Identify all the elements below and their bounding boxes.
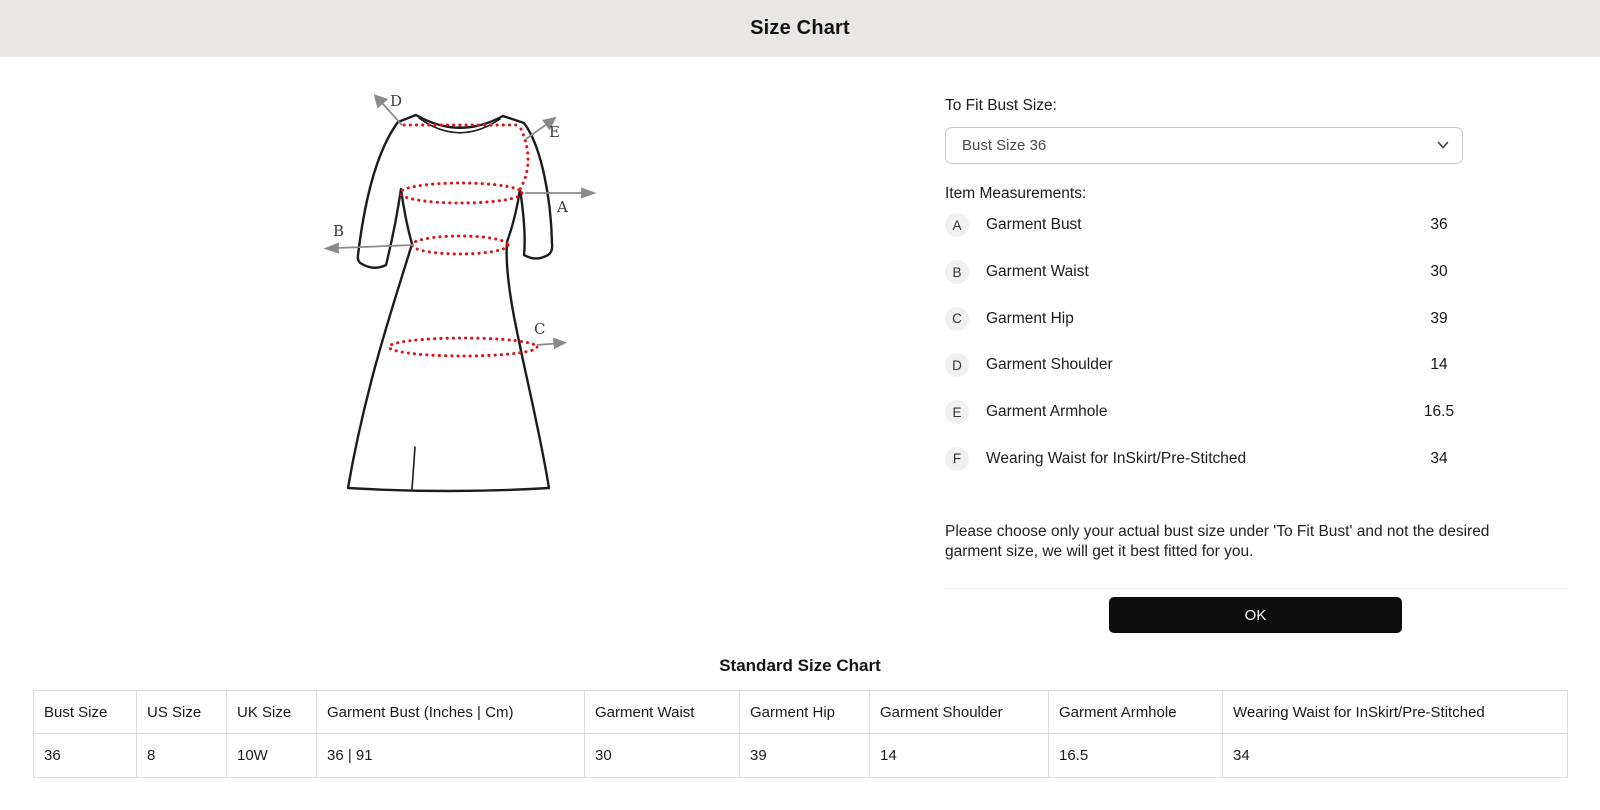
size-chart-column-header: US Size — [137, 691, 227, 734]
size-chart-cell: 39 — [740, 734, 870, 778]
ok-button[interactable]: OK — [1109, 597, 1402, 633]
size-chart-cell: 30 — [585, 734, 740, 778]
measurement-letter-badge: E — [945, 400, 969, 424]
to-fit-bust-label: To Fit Bust Size: — [945, 97, 1057, 115]
arrow-b — [326, 244, 338, 253]
size-chart-cell: 36 — [34, 734, 137, 778]
waist-dotted-ellipse — [412, 236, 508, 254]
measurement-value: 36 — [1415, 216, 1463, 234]
measurement-letter-badge: D — [945, 353, 969, 377]
measurement-label: Garment Hip — [986, 310, 1074, 328]
bust-size-select[interactable]: Bust Size 36 — [945, 127, 1463, 164]
measurement-row: B Garment Waist 30 — [945, 249, 1463, 296]
measurement-label: Garment Waist — [986, 263, 1089, 281]
bust-size-select-wrap: Bust Size 36 — [945, 127, 1463, 164]
diagram-label-a: A — [556, 198, 568, 216]
measurement-letter-badge: F — [945, 447, 969, 471]
size-chart-column-header: Garment Hip — [740, 691, 870, 734]
measurements-list: A Garment Bust 36 B Garment Waist 30 C Garment … — [945, 202, 1463, 482]
size-chart-cell: 34 — [1223, 734, 1568, 778]
measurement-label: Garment Shoulder — [986, 356, 1113, 374]
measurement-value: 16.5 — [1415, 403, 1463, 421]
size-chart-column-header: Wearing Waist for InSkirt/Pre-Stitched — [1223, 691, 1568, 734]
measurement-row: F Wearing Waist for InSkirt/Pre-Stitched 3… — [945, 435, 1463, 482]
size-chart-cell: 14 — [870, 734, 1049, 778]
size-chart-cell: 16.5 — [1049, 734, 1223, 778]
size-chart-cell: 10W — [227, 734, 317, 778]
table-header-row: Bust SizeUS SizeUK SizeGarment Bust (Inc… — [34, 691, 1568, 734]
measurement-value: 39 — [1415, 310, 1463, 328]
size-chart-column-header: Garment Shoulder — [870, 691, 1049, 734]
diagram-label-e: E — [549, 123, 560, 141]
fit-note-text: Please choose only your actual bust size… — [945, 522, 1525, 561]
diagram-label-c: C — [534, 320, 545, 338]
standard-size-chart-title: Standard Size Chart — [0, 656, 1600, 676]
measurement-row: D Garment Shoulder 14 — [945, 342, 1463, 389]
size-chart-column-header: Garment Armhole — [1049, 691, 1223, 734]
size-chart-column-header: UK Size — [227, 691, 317, 734]
bust-dotted-ellipse — [400, 183, 522, 203]
measurement-value: 14 — [1415, 356, 1463, 374]
garment-measurement-diagram: A B C D E — [320, 85, 610, 495]
dress-outline — [348, 115, 552, 491]
measurement-letter-badge: B — [945, 260, 969, 284]
measurement-row: A Garment Bust 36 — [945, 202, 1463, 249]
measurement-label: Garment Armhole — [986, 403, 1107, 421]
size-chart-column-header: Garment Bust (Inches | Cm) — [317, 691, 585, 734]
measurement-row: C Garment Hip 39 — [945, 295, 1463, 342]
measurement-letter-badge: C — [945, 307, 969, 331]
page-title: Size Chart — [750, 17, 850, 40]
diagram-label-b: B — [333, 222, 344, 240]
size-chart-column-header: Garment Waist — [585, 691, 740, 734]
measurement-label: Garment Bust — [986, 216, 1082, 234]
skirt-slit-line — [412, 447, 415, 489]
diagram-label-d: D — [390, 92, 402, 110]
item-measurements-label: Item Measurements: — [945, 185, 1086, 203]
size-chart-cell: 8 — [137, 734, 227, 778]
arrow-c — [554, 339, 565, 348]
size-chart-column-header: Bust Size — [34, 691, 137, 734]
size-selection-panel: To Fit Bust Size: Bust Size 36 Item Meas… — [945, 0, 1567, 655]
table-row: 36810W36 | 9130391416.534 — [34, 734, 1568, 778]
measurement-value: 30 — [1415, 263, 1463, 281]
arrow-a — [582, 189, 594, 198]
measurement-row: E Garment Armhole 16.5 — [945, 389, 1463, 436]
measurement-letter-badge: A — [945, 213, 969, 237]
panel-divider — [945, 588, 1567, 589]
measurement-label: Wearing Waist for InSkirt/Pre-Stitched — [986, 450, 1246, 468]
standard-size-chart-table: Bust SizeUS SizeUK SizeGarment Bust (Inc… — [33, 690, 1568, 778]
size-chart-modal: Size Chart A B C D E — [0, 0, 1600, 810]
hip-dotted-ellipse — [389, 338, 537, 356]
size-chart-cell: 36 | 91 — [317, 734, 585, 778]
measurement-value: 34 — [1415, 450, 1463, 468]
